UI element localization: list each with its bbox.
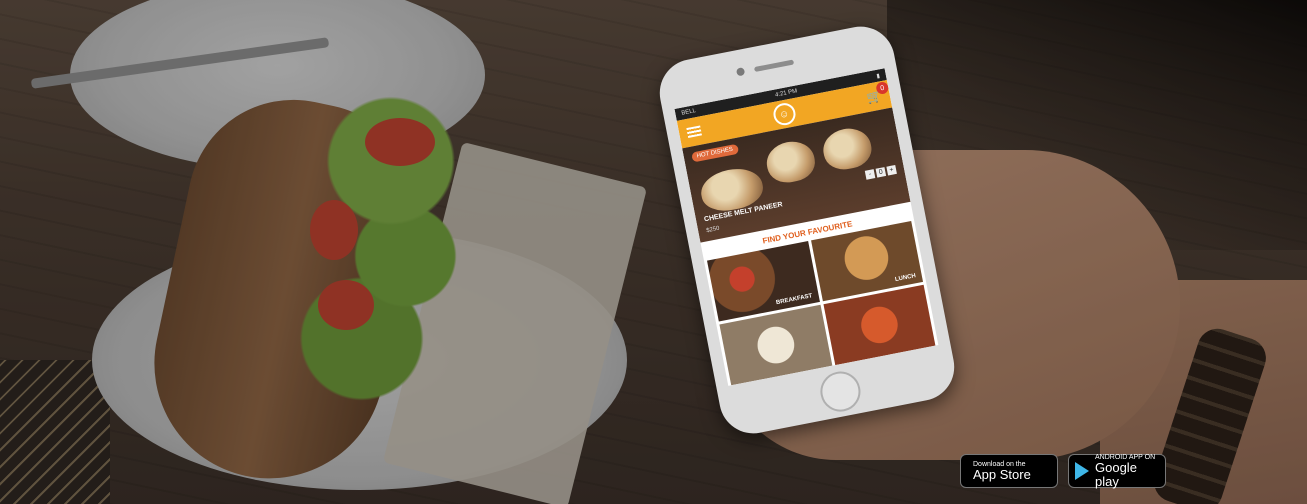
- cart-button[interactable]: 🛒 0: [866, 80, 890, 105]
- dark-overlay: [0, 0, 1307, 504]
- chef-logo-icon[interactable]: ☺: [771, 101, 797, 128]
- app-store-badge[interactable]: Download on the App Store: [960, 454, 1058, 488]
- home-button: [816, 368, 864, 416]
- quantity-stepper[interactable]: - 0 +: [864, 164, 897, 180]
- qty-value: 0: [875, 167, 887, 178]
- store-badges: Download on the App Store ANDROID APP ON…: [960, 454, 1166, 488]
- category-label: LUNCH: [894, 273, 917, 284]
- google-play-badge[interactable]: ANDROID APP ON Google play: [1068, 454, 1166, 488]
- google-play-big-text: Google play: [1095, 460, 1137, 489]
- menu-icon[interactable]: [686, 125, 703, 138]
- hot-dishes-tag: HOT DISHES: [691, 143, 739, 163]
- dish-image: [763, 137, 819, 187]
- front-camera: [735, 67, 746, 77]
- dish-price: $250: [705, 225, 721, 235]
- app-store-big-text: App Store: [973, 466, 1031, 482]
- battery-icon: ▮: [876, 72, 881, 80]
- background-photo: [0, 0, 1307, 504]
- phone-screen: BELL 4:21 PM ▮ ☺ 🛒 0 HOT DISHES - 0 + CH…: [674, 68, 939, 386]
- earpiece-speaker: [753, 59, 795, 73]
- qty-minus-button[interactable]: -: [864, 169, 876, 180]
- category-label: BREAKFAST: [775, 293, 813, 307]
- dish-image: [819, 124, 875, 174]
- play-icon: [1075, 462, 1089, 480]
- qty-plus-button[interactable]: +: [886, 164, 897, 176]
- carrier-label: BELL: [680, 108, 697, 117]
